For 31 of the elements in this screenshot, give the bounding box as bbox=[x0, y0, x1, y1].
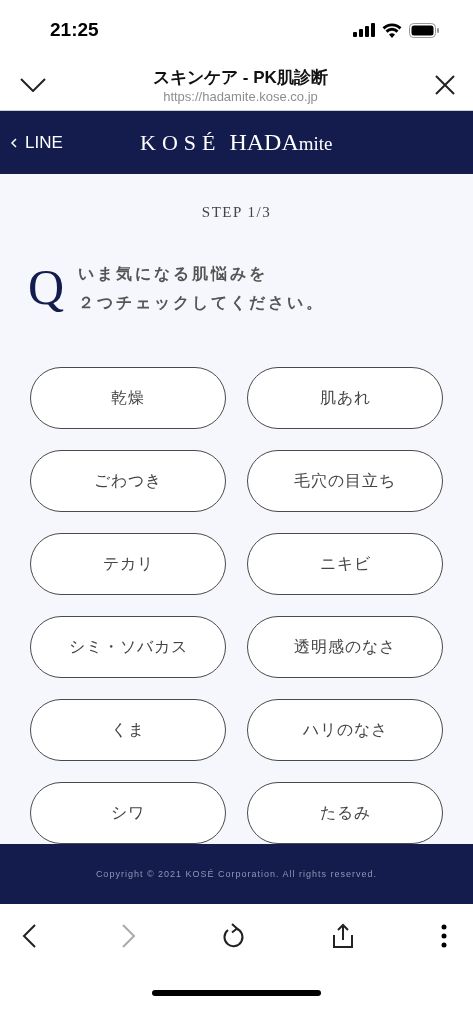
chevron-left-icon bbox=[10, 137, 17, 148]
back-icon[interactable] bbox=[22, 923, 36, 948]
more-icon[interactable] bbox=[441, 923, 447, 948]
question-text: いま気になる肌悩みを ２つチェックしてください。 bbox=[78, 264, 326, 313]
signal-icon bbox=[353, 23, 375, 37]
brand-logo: KOSÉ HADAmite bbox=[140, 129, 333, 156]
option-button[interactable]: シワ bbox=[30, 782, 226, 844]
option-button[interactable]: ニキビ bbox=[247, 533, 443, 595]
close-icon[interactable] bbox=[435, 75, 455, 95]
chevron-down-icon[interactable] bbox=[20, 78, 46, 92]
option-button[interactable]: テカリ bbox=[30, 533, 226, 595]
share-icon[interactable] bbox=[331, 922, 356, 949]
option-button[interactable]: シミ・ソバカス bbox=[30, 616, 226, 678]
option-button[interactable]: 毛穴の目立ち bbox=[247, 450, 443, 512]
option-button[interactable]: ハリのなさ bbox=[247, 699, 443, 761]
step-indicator: STEP 1/3 bbox=[201, 204, 272, 221]
option-button[interactable]: たるみ bbox=[247, 782, 443, 844]
page-title: スキンケア - PK肌診断 bbox=[153, 67, 328, 89]
question-mark-letter: Q bbox=[28, 259, 65, 315]
back-link[interactable]: LINE bbox=[0, 132, 63, 153]
option-button[interactable]: くま bbox=[30, 699, 226, 761]
reload-icon[interactable] bbox=[221, 922, 246, 949]
copyright-text: Copyright © 2021 KOSÉ Corporation. All rights reserved. bbox=[95, 869, 378, 879]
page-url: https://hadamite.kose.co.jp bbox=[163, 89, 318, 104]
wifi-icon bbox=[382, 22, 402, 38]
clock-time: 21:25 bbox=[50, 19, 99, 41]
option-button[interactable]: ごわつき bbox=[30, 450, 226, 512]
option-button[interactable]: 乾燥 bbox=[30, 367, 226, 429]
option-button[interactable]: 透明感のなさ bbox=[247, 616, 443, 678]
option-button[interactable]: 肌あれ bbox=[247, 367, 443, 429]
battery-icon bbox=[409, 22, 439, 38]
